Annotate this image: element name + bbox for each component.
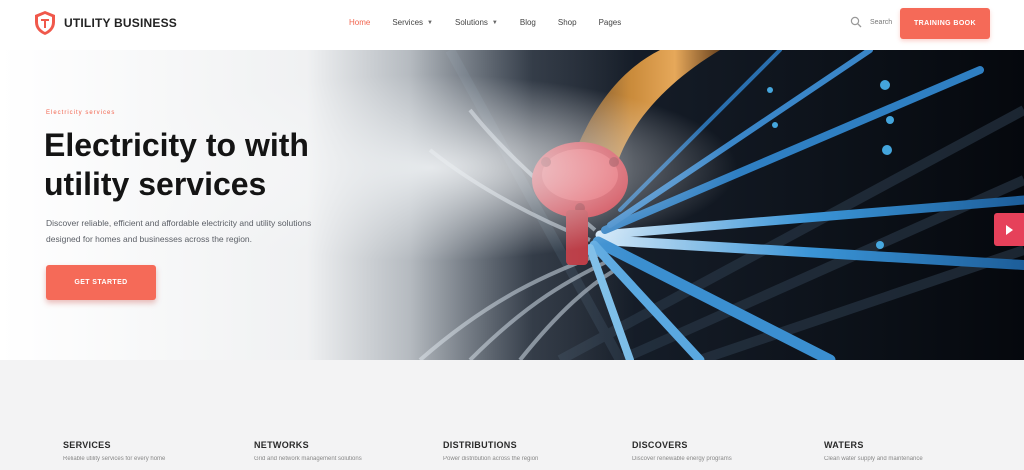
service-title: DISCOVERS bbox=[632, 440, 688, 450]
nav-item-shop[interactable]: Shop bbox=[558, 18, 577, 27]
nav-item-home[interactable]: Home bbox=[349, 18, 370, 27]
service-card[interactable]: WATERS Clean water supply and maintenanc… bbox=[824, 440, 984, 462]
site-header: UTILITY BUSINESS Home Services ▼ Solution… bbox=[0, 0, 1024, 50]
service-title: DISTRIBUTIONS bbox=[443, 440, 517, 450]
hero-section: Electricity services Electricity to with… bbox=[0, 50, 1024, 360]
arrow-right-icon bbox=[1006, 224, 1013, 235]
service-title: WATERS bbox=[824, 440, 864, 450]
search-icon bbox=[850, 16, 862, 28]
service-card[interactable]: DISCOVERS Discover renewable energy prog… bbox=[632, 440, 792, 462]
get-started-button[interactable]: GET STARTED bbox=[46, 265, 156, 300]
main-nav: Home Services ▼ Solutions ▼ Blog Shop Page… bbox=[349, 18, 643, 27]
hero-title: Electricity to with utility services bbox=[44, 127, 309, 202]
service-title: NETWORKS bbox=[254, 440, 309, 450]
service-description: Reliable utility services for every home bbox=[63, 456, 166, 462]
chevron-down-icon: ▼ bbox=[491, 19, 498, 26]
nav-label: Home bbox=[349, 18, 371, 27]
brand-name: UTILITY BUSINESS bbox=[64, 16, 177, 30]
service-card[interactable]: SERVICES Reliable utility services for e… bbox=[63, 440, 223, 462]
nav-label: Blog bbox=[519, 18, 536, 27]
service-description: Power distribution across the region bbox=[443, 456, 539, 462]
nav-label: Pages bbox=[598, 18, 622, 27]
nav-item-pages[interactable]: Pages bbox=[599, 18, 622, 27]
services-section: SERVICES Reliable utility services for e… bbox=[0, 360, 1024, 470]
shield-icon bbox=[35, 11, 55, 35]
hero-description: Discover reliable, efficient and afforda… bbox=[46, 218, 312, 244]
nav-label: Shop bbox=[557, 18, 577, 27]
nav-label: Services bbox=[392, 18, 424, 27]
service-card[interactable]: DISTRIBUTIONS Power distribution across … bbox=[443, 440, 603, 462]
service-description: Discover renewable energy programs bbox=[632, 456, 732, 462]
service-description: Grid and network management solutions bbox=[254, 456, 362, 462]
search-label: Search bbox=[870, 18, 893, 26]
chevron-down-icon: ▼ bbox=[427, 19, 433, 26]
nav-label: Solutions bbox=[454, 18, 488, 27]
nav-item-blog[interactable]: Blog bbox=[520, 18, 536, 27]
brand-logo[interactable]: UTILITY BUSINESS bbox=[33, 10, 177, 36]
service-card[interactable]: NETWORKS Grid and network management sol… bbox=[254, 440, 414, 462]
hero-eyebrow: Electricity services bbox=[46, 110, 116, 116]
side-panel-tab[interactable] bbox=[994, 213, 1024, 246]
nav-item-services[interactable]: Services ▼ bbox=[392, 18, 433, 27]
service-description: Clean water supply and maintenance bbox=[824, 456, 923, 462]
nav-item-solutions[interactable]: Solutions ▼ bbox=[455, 18, 498, 27]
service-title: SERVICES bbox=[63, 440, 111, 450]
search-button[interactable]: Search bbox=[850, 16, 892, 28]
hero-cables-image bbox=[0, 50, 1024, 360]
training-book-button[interactable]: TRAINING BOOK bbox=[900, 8, 990, 39]
